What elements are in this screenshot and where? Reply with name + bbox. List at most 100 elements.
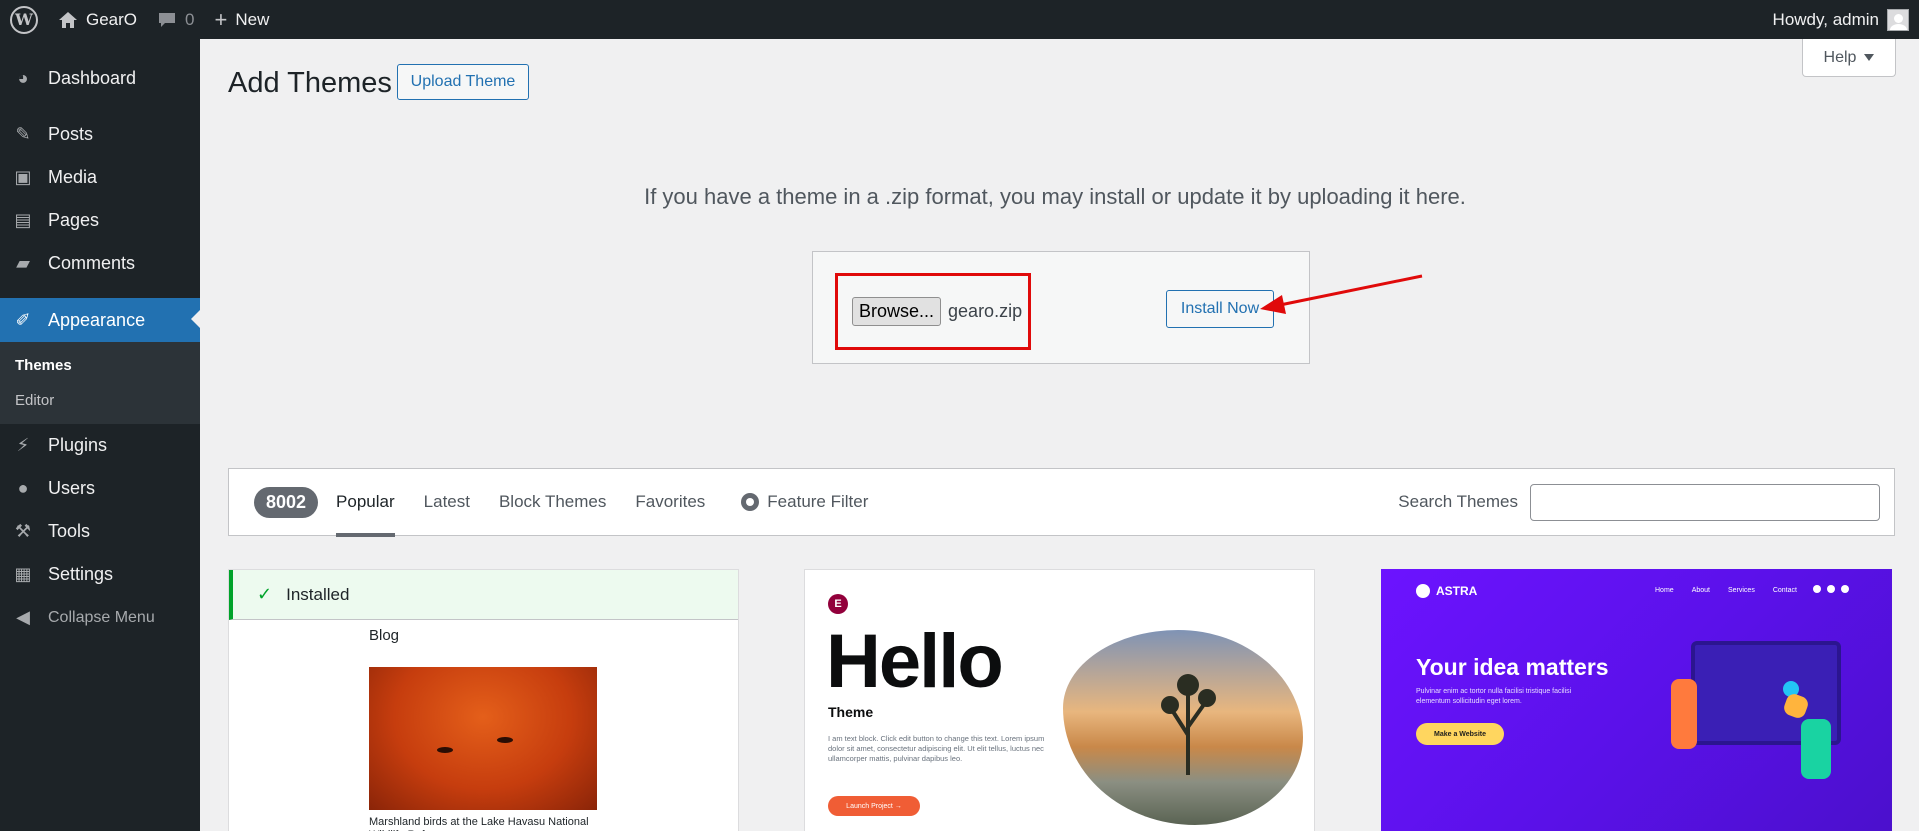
theme-card-hello[interactable]: E Hello Theme I am text block. Click edi… [804, 569, 1315, 831]
submenu-editor[interactable]: Editor [0, 383, 200, 418]
collapse-arrow-icon: ◀ [16, 607, 30, 627]
astra-preview-title: Your idea matters [1416, 654, 1609, 680]
comments-count: 0 [185, 9, 195, 29]
sidebar-item-media[interactable]: ▣ Media [0, 156, 200, 199]
theme-filter-bar: 8002 Popular Latest Block Themes Favorit… [228, 468, 1895, 537]
feature-filter-button[interactable]: Feature Filter [741, 468, 868, 536]
wordpress-logo-icon: W [10, 5, 38, 34]
elementor-logo-icon: E [828, 594, 848, 614]
tab-popular[interactable]: Popular [336, 468, 395, 537]
astra-nav-item: Services [1727, 587, 1755, 594]
pages-icon: ▤ [14, 210, 32, 230]
collapse-label: Collapse Menu [48, 608, 155, 626]
plug-icon: ⚡ [16, 435, 30, 455]
avatar [1887, 8, 1909, 31]
dashboard-icon: ◕ [17, 68, 29, 88]
astra-preview-desc: Pulvinar enim ac tortor nulla facilisi t… [1416, 688, 1572, 705]
instagram-icon [1813, 585, 1821, 593]
gear-icon [741, 493, 760, 511]
wordpress-logo-menu[interactable]: W [0, 0, 48, 39]
astra-logo-text: ASTRA [1436, 584, 1478, 598]
theme-preview-caption: Marshland birds at the Lake Havasu Natio… [369, 816, 589, 831]
sidebar-item-appearance[interactable]: ✐ Appearance [0, 298, 200, 342]
upload-form: Browse... gearo.zip Install Now [812, 251, 1310, 364]
settings-icon: ▦ [14, 564, 32, 584]
browse-button[interactable]: Browse... [852, 297, 942, 326]
astra-nav-item: About [1691, 587, 1710, 594]
sidebar-item-label: Pages [48, 210, 100, 230]
theme-card-astra[interactable]: ASTRA Home About Services Contact Your i… [1381, 569, 1892, 831]
astra-preview-nav: Home About Services Contact [1655, 587, 1797, 594]
wrench-icon: ⚒ [14, 521, 32, 541]
astra-preview-button: Make a Website [1416, 723, 1504, 745]
admin-bar: W GearO 0 + New Howdy, admin [0, 0, 1919, 39]
comment-icon [159, 12, 176, 27]
user-icon: ● [17, 478, 29, 498]
sidebar-item-tools[interactable]: ⚒ Tools [0, 510, 200, 553]
sidebar-item-label: Media [48, 167, 98, 187]
annotation-arrow [1260, 274, 1423, 314]
sidebar-item-posts[interactable]: ✎ Posts [0, 113, 200, 156]
sidebar-item-label: Tools [48, 521, 91, 541]
pin-icon: ✎ [15, 124, 31, 144]
comments-link[interactable]: 0 [147, 0, 204, 39]
sidebar-item-comments[interactable]: ▰ Comments [0, 242, 200, 285]
caret-down-icon [1864, 54, 1875, 61]
illustration-person [1671, 679, 1697, 749]
file-input-highlight: Browse... gearo.zip [835, 273, 1031, 350]
help-label: Help [1823, 48, 1857, 66]
facebook-icon [1827, 585, 1835, 593]
bird-shape [437, 747, 453, 753]
installed-label: Installed [286, 584, 350, 604]
astra-logo: ASTRA [1416, 584, 1477, 598]
hello-preview-subtitle: Theme [828, 704, 874, 720]
submenu-themes[interactable]: Themes [0, 348, 200, 383]
account-menu[interactable]: Howdy, admin [1773, 8, 1919, 31]
sidebar-item-label: Appearance [48, 309, 146, 330]
appearance-submenu: Themes Editor [0, 342, 200, 424]
new-content-link[interactable]: + New [205, 0, 280, 39]
astra-logo-icon [1416, 584, 1430, 598]
site-name-link[interactable]: GearO [48, 0, 147, 39]
installed-notice: ✓ Installed [229, 570, 738, 620]
hello-preview-title: Hello [826, 619, 1004, 704]
sidebar-item-label: Posts [48, 124, 94, 144]
search-themes-label: Search Themes [1398, 492, 1518, 511]
sidebar-item-label: Dashboard [48, 68, 137, 88]
home-icon [59, 11, 77, 28]
theme-preview-blog-title: Blog [369, 627, 400, 644]
sidebar-item-plugins[interactable]: ⚡ Plugins [0, 424, 200, 467]
astra-nav-item: Contact [1772, 587, 1797, 594]
collapse-menu-button[interactable]: ◀ Collapse Menu [0, 596, 200, 639]
astra-social-icons [1813, 585, 1849, 593]
site-name: GearO [86, 9, 138, 29]
sidebar-item-pages[interactable]: ▤ Pages [0, 199, 200, 242]
sidebar-item-users[interactable]: ● Users [0, 467, 200, 510]
help-button[interactable]: Help [1802, 39, 1896, 77]
comment-icon: ▰ [16, 253, 30, 273]
brush-icon: ✐ [15, 309, 31, 330]
sidebar-item-label: Settings [48, 564, 114, 584]
sidebar-item-label: Plugins [48, 435, 108, 455]
theme-card-installed[interactable]: ✓ Installed Blog Marshland birds at the … [228, 569, 739, 831]
tab-latest[interactable]: Latest [424, 468, 470, 536]
theme-count-badge: 8002 [254, 486, 319, 518]
tab-block-themes[interactable]: Block Themes [499, 468, 606, 536]
hello-preview-button: Launch Project → [828, 796, 920, 816]
illustration-person [1801, 719, 1831, 779]
plus-icon: + [214, 6, 228, 32]
admin-sidebar: ◕ Dashboard ✎ Posts ▣ Media ▤ Pages ▰ Co… [0, 39, 200, 831]
sidebar-item-dashboard[interactable]: ◕ Dashboard [0, 57, 200, 100]
hello-preview-photo [1063, 630, 1303, 825]
astra-nav-item: Home [1655, 587, 1674, 594]
astra-preview: ASTRA Home About Services Contact Your i… [1381, 569, 1892, 831]
theme-preview-image-birds [369, 667, 597, 810]
checkmark-icon: ✓ [257, 584, 273, 604]
bird-shape [497, 737, 513, 743]
search-themes-input[interactable] [1530, 483, 1880, 521]
new-label: New [235, 9, 270, 29]
page-title: Add Themes [228, 67, 392, 99]
upload-theme-button[interactable]: Upload Theme [397, 64, 529, 100]
sidebar-item-settings[interactable]: ▦ Settings [0, 553, 200, 596]
tab-favorites[interactable]: Favorites [635, 468, 705, 536]
